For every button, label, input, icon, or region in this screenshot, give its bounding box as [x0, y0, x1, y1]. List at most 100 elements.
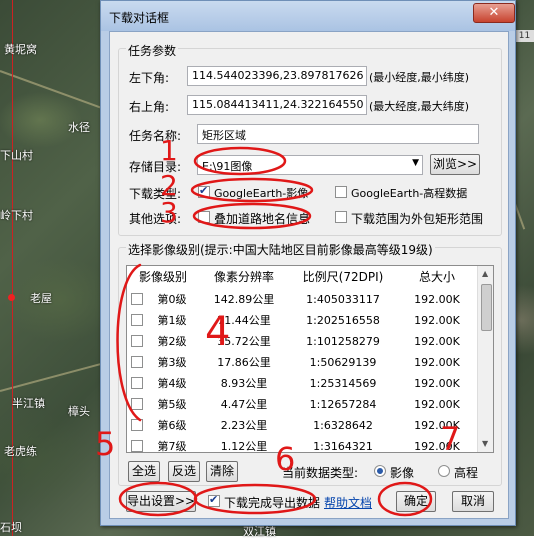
- table-row[interactable]: 第4级 8.93公里 1:25314569 192.00K: [127, 373, 477, 394]
- outer-rect-checkbox[interactable]: [335, 211, 347, 223]
- resolution-cell: 35.72公里: [217, 335, 271, 348]
- table-row[interactable]: 第3级 17.86公里 1:50629139 192.00K: [127, 352, 477, 373]
- map-label: 岭下村: [0, 209, 33, 222]
- map-label: 下山村: [0, 149, 33, 162]
- radio-elevation[interactable]: [438, 465, 450, 477]
- cancel-button[interactable]: 取消: [452, 491, 494, 512]
- table-row[interactable]: 第0级 142.89公里 1:405033117 192.00K: [127, 289, 477, 310]
- data-type-label: 当前数据类型:: [282, 466, 359, 480]
- row-checkbox[interactable]: [131, 335, 143, 347]
- scale-cell: 1:12657284: [309, 398, 377, 411]
- row-checkbox[interactable]: [131, 293, 143, 305]
- export-after-label: 下载完成导出数据: [224, 496, 321, 510]
- export-settings-button[interactable]: 导出设置>>: [126, 491, 196, 512]
- column-header-scale[interactable]: 比例尺(72DPI): [289, 266, 398, 288]
- table-row[interactable]: 第7级 1.12公里 1:3164321 192.00K: [127, 436, 477, 453]
- map-label: 樟头: [68, 405, 90, 418]
- column-header-level[interactable]: 影像级别: [127, 266, 200, 288]
- upper-right-input[interactable]: 115.084413411,24.322164550: [187, 95, 367, 115]
- type-image-label: GoogleEarth-影像: [214, 187, 309, 200]
- table-row[interactable]: 第5级 4.47公里 1:12657284 192.00K: [127, 394, 477, 415]
- scroll-down-icon[interactable]: ▼: [482, 439, 488, 448]
- task-name-input[interactable]: 矩形区域: [197, 124, 479, 144]
- title-bar[interactable]: 下载对话框 ✕: [101, 1, 515, 31]
- size-cell: 192.00K: [414, 440, 460, 453]
- radio-image-label: 影像: [390, 466, 415, 480]
- map-label: 老虎练: [4, 445, 37, 458]
- lower-left-label: 左下角:: [129, 71, 170, 85]
- browse-button[interactable]: 浏览>>: [430, 154, 480, 175]
- resolution-cell: 142.89公里: [213, 293, 275, 306]
- level-cell: 第5级: [157, 398, 187, 411]
- download-dialog: 下载对话框 ✕ 任务参数 左下角: 114.544023396,23.89781…: [100, 0, 516, 526]
- task-params-title: 任务参数: [126, 42, 179, 59]
- resolution-cell: 1.12公里: [220, 440, 268, 453]
- table-row[interactable]: 第1级 71.44公里 1:202516558 192.00K: [127, 310, 477, 331]
- lower-left-hint: (最小经度,最小纬度): [369, 71, 470, 84]
- map-road: [0, 361, 107, 392]
- resolution-cell: 4.47公里: [220, 398, 268, 411]
- level-group-title: 选择影像级别(提示:中国大陆地区目前影像最高等级19级): [126, 241, 435, 258]
- scale-cell: 1:25314569: [309, 377, 377, 390]
- map-road: [0, 70, 104, 110]
- row-checkbox[interactable]: [131, 356, 143, 368]
- help-link[interactable]: 帮助文档: [324, 494, 372, 511]
- size-cell: 192.00K: [414, 293, 460, 306]
- size-cell: 192.00K: [414, 314, 460, 327]
- location-marker: [8, 294, 15, 301]
- radio-elevation-label: 高程: [454, 466, 479, 480]
- row-checkbox[interactable]: [131, 440, 143, 452]
- level-cell: 第2级: [157, 335, 187, 348]
- ok-button[interactable]: 确定: [396, 491, 436, 512]
- resolution-cell: 71.44公里: [217, 314, 271, 327]
- clear-button[interactable]: 清除: [206, 461, 238, 482]
- dialog-title: 下载对话框: [109, 11, 170, 25]
- road-sign: 11: [515, 30, 534, 42]
- level-list[interactable]: 影像级别 像素分辨率 比例尺(72DPI) 总大小 第0级 142.89公里 1…: [126, 265, 494, 453]
- scale-cell: 1:6328642: [313, 419, 373, 432]
- scale-cell: 1:101258279: [306, 335, 380, 348]
- task-name-label: 任务名称:: [129, 129, 182, 143]
- type-elevation-label: GoogleEarth-高程数据: [351, 187, 468, 200]
- invert-selection-button[interactable]: 反选: [168, 461, 200, 482]
- radio-image[interactable]: [374, 465, 386, 477]
- save-dir-combo[interactable]: E:\91图像 ▼: [197, 155, 423, 175]
- column-header-size[interactable]: 总大小: [397, 266, 478, 288]
- type-elevation-checkbox[interactable]: [335, 186, 347, 198]
- type-image-checkbox[interactable]: [198, 184, 210, 198]
- row-checkbox[interactable]: [131, 398, 143, 410]
- close-button[interactable]: ✕: [473, 3, 515, 23]
- save-dir-label: 存储目录:: [129, 160, 182, 174]
- scroll-up-icon[interactable]: ▲: [482, 269, 488, 278]
- select-all-button[interactable]: 全选: [128, 461, 160, 482]
- row-checkbox[interactable]: [131, 314, 143, 326]
- level-cell: 第4级: [157, 377, 187, 390]
- table-row[interactable]: 第6级 2.23公里 1:6328642 192.00K: [127, 415, 477, 436]
- row-checkbox[interactable]: [131, 377, 143, 389]
- level-cell: 第0级: [157, 293, 187, 306]
- resolution-cell: 8.93公里: [220, 377, 268, 390]
- level-cell: 第6级: [157, 419, 187, 432]
- upper-right-label: 右上角:: [129, 100, 170, 114]
- overlay-roads-label: 叠加道路地名信息: [214, 212, 311, 226]
- overlay-roads-checkbox[interactable]: [198, 211, 210, 223]
- table-row[interactable]: 第2级 35.72公里 1:101258279 192.00K: [127, 331, 477, 352]
- upper-right-hint: (最大经度,最大纬度): [369, 100, 470, 113]
- map-label: 黄坭窝: [4, 43, 37, 56]
- level-cell: 第7级: [157, 440, 187, 453]
- resolution-cell: 2.23公里: [220, 419, 268, 432]
- lower-left-input[interactable]: 114.544023396,23.897817626: [187, 66, 367, 86]
- export-after-checkbox[interactable]: [208, 493, 220, 507]
- size-cell: 192.00K: [414, 335, 460, 348]
- size-cell: 192.00K: [414, 377, 460, 390]
- scroll-thumb[interactable]: [481, 284, 492, 331]
- row-checkbox[interactable]: [131, 419, 143, 431]
- column-header-resolution[interactable]: 像素分辨率: [199, 266, 290, 288]
- vertical-scrollbar[interactable]: ▲ ▼: [477, 266, 493, 452]
- scale-cell: 1:50629139: [309, 356, 377, 369]
- resolution-cell: 17.86公里: [217, 356, 271, 369]
- save-dir-value: E:\91图像: [202, 160, 253, 173]
- scale-cell: 1:405033117: [306, 293, 380, 306]
- scale-cell: 1:202516558: [306, 314, 380, 327]
- chevron-down-icon[interactable]: ▼: [412, 158, 419, 168]
